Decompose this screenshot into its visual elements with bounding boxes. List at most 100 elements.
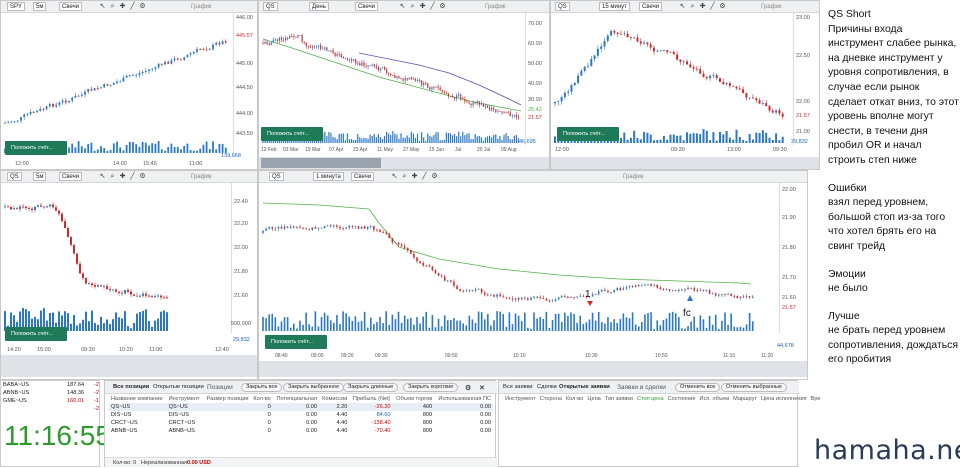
symbol-select[interactable]: QS (555, 2, 570, 11)
chart-tab-label[interactable]: График (623, 173, 644, 181)
tab-all-orders[interactable]: Все заявки (503, 384, 532, 390)
place-account-button[interactable]: Положить счёт... (557, 127, 619, 141)
chart-tab-label[interactable]: График (191, 3, 212, 11)
zoom-icon[interactable]: ⌕ (409, 3, 416, 10)
volume-bar (403, 315, 406, 331)
chart-type-select[interactable]: Свечи (355, 2, 379, 11)
table-row[interactable]: DIS~US DIS~US 0 0.00 4.40 84.60 800 0.00 (109, 411, 493, 419)
price-plot[interactable] (259, 183, 779, 333)
chart-type-select[interactable]: Свечи (59, 172, 83, 181)
chart-qs-1m[interactable]: QS 1 минута Свечи ↖ ⌕ ✚ ╱ ⚙ График 1 fc … (258, 170, 808, 380)
candle (625, 287, 628, 289)
crosshair-icon[interactable]: ✚ (119, 173, 126, 180)
candle (170, 60, 173, 64)
price-plot[interactable] (551, 13, 791, 145)
price-plot[interactable] (1, 183, 231, 333)
chart-tab-label[interactable]: График (761, 3, 782, 11)
settings-icon[interactable]: ⚙ (439, 3, 446, 10)
draw-line-icon[interactable]: ╱ (429, 3, 436, 10)
chart-tab-label[interactable]: График (191, 173, 212, 181)
candle (314, 227, 317, 229)
price-plot[interactable] (259, 13, 525, 145)
crosshair-icon[interactable]: ✚ (699, 3, 706, 10)
settings-icon[interactable]: ⚙ (139, 173, 146, 180)
symbol-select[interactable]: QS (263, 2, 278, 11)
volume-bar (154, 320, 156, 331)
watchlist-row[interactable]: BABA~US 187.64 -2 (1, 381, 101, 389)
place-account-button[interactable]: Положить счёт... (5, 141, 67, 155)
settings-icon[interactable]: ⚙ (465, 384, 471, 392)
timeframe-select[interactable]: 5м (33, 2, 47, 11)
zoom-icon[interactable]: ⌕ (401, 173, 408, 180)
draw-line-icon[interactable]: ╱ (421, 173, 428, 180)
timeframe-select[interactable]: День (309, 2, 329, 11)
timeframe-select[interactable]: 1 минута (313, 172, 344, 181)
settings-icon[interactable]: ⚙ (719, 3, 726, 10)
candle (524, 297, 526, 299)
tab-open-positions[interactable]: Открытые позиции (153, 384, 204, 390)
chart-type-select[interactable]: Свечи (59, 2, 83, 11)
timeframe-select[interactable]: 5м (33, 172, 47, 181)
draw-line-icon[interactable]: ╱ (129, 173, 136, 180)
crosshair-icon[interactable]: ✚ (411, 173, 418, 180)
symbol-select[interactable]: QS (269, 172, 284, 181)
price-plot[interactable] (1, 13, 231, 153)
chart-qs-5m[interactable]: QS 5м Свечи ↖ ⌕ ✚ ╱ ⚙ График 22.40 22.20… (0, 170, 258, 380)
settings-icon[interactable]: ⚙ (139, 3, 146, 10)
table-row[interactable]: CRCT~US CRCT~US 0 0.00 4.40 -138.40 800 0.00 (109, 419, 493, 427)
volume-bar (616, 322, 618, 331)
close-all-button[interactable]: Закрыть все (241, 383, 283, 392)
place-account-button[interactable]: Положить счёт... (265, 335, 327, 349)
draw-line-icon[interactable]: ╱ (709, 3, 716, 10)
cursor-icon[interactable]: ↖ (399, 3, 406, 10)
cursor-icon[interactable]: ↖ (679, 3, 686, 10)
close-selected-button[interactable]: Закрыть выбранное (283, 383, 345, 392)
close-icon[interactable]: ✕ (479, 384, 485, 392)
crosshair-icon[interactable]: ✚ (119, 3, 126, 10)
watchlist-row[interactable]: ABNB~US 148.36 -2 (1, 389, 101, 397)
close-long-button[interactable]: Закрыть длинные (343, 383, 399, 392)
watchlist-row[interactable]: GME~US 160.01 -1 (1, 397, 101, 405)
zoom-icon[interactable]: ⌕ (689, 3, 696, 10)
settings-icon[interactable]: ⚙ (431, 173, 438, 180)
candle (468, 102, 470, 104)
cancel-selected-button[interactable]: Отменить выбранные (721, 383, 787, 392)
time-scrollbar[interactable] (1, 355, 257, 377)
chart-tab-label[interactable]: График (485, 3, 506, 11)
candle (208, 49, 211, 51)
volume-bar (406, 135, 408, 143)
chart-type-select[interactable]: Свечи (351, 172, 375, 181)
cursor-icon[interactable]: ↖ (99, 173, 106, 180)
candle (768, 106, 771, 111)
table-row[interactable]: ABNB~US ABNB~US 0 0.00 4.40 -70.40 800 0.00 (109, 427, 493, 435)
timeframe-select[interactable]: 15 минут (599, 2, 630, 11)
symbol-select[interactable]: SPY (7, 2, 26, 11)
place-account-button[interactable]: Положить счёт... (5, 327, 67, 341)
cursor-icon[interactable]: ↖ (391, 173, 398, 180)
table-row[interactable]: QS~US QS~US 0 0.00 2.20 -26.20 400 0.00 (109, 403, 493, 411)
volume-bar (496, 311, 498, 331)
candle (154, 67, 157, 70)
chart-type-select[interactable]: Свечи (639, 2, 663, 11)
tab-trades[interactable]: Сделки (537, 384, 557, 390)
tab-open-orders[interactable]: Открытые заявки (559, 384, 610, 390)
cancel-all-button[interactable]: Отменить все (675, 383, 721, 392)
zoom-icon[interactable]: ⌕ (109, 3, 116, 10)
time-scrollbar[interactable] (551, 157, 819, 169)
tab-all-positions[interactable]: Все позиции (113, 384, 149, 390)
candle (324, 47, 326, 49)
chart-qs-15m[interactable]: QS 15 минут Свечи ↖ ⌕ ✚ ╱ ⚙ График 23.00… (550, 0, 820, 170)
crosshair-icon[interactable]: ✚ (419, 3, 426, 10)
draw-line-icon[interactable]: ╱ (129, 3, 136, 10)
close-short-button[interactable]: Закрыть короткие (403, 383, 459, 392)
chart-qs-day[interactable]: QS День Свечи ↖ ⌕ ✚ ╱ ⚙ График 70.00 60.… (258, 0, 550, 170)
volume-bar (705, 327, 708, 331)
volume-bar (527, 327, 529, 331)
time-scrollbar[interactable] (259, 361, 807, 377)
watchlist-row[interactable]: -2 (1, 405, 101, 413)
symbol-select[interactable]: QS (7, 172, 22, 181)
chart-spy[interactable]: SPY 5м Свечи ↖ ⌕ ✚ ╱ ⚙ График 446.00 445… (0, 0, 258, 170)
cursor-icon[interactable]: ↖ (99, 3, 106, 10)
place-account-button[interactable]: Положить счёт... (261, 127, 323, 141)
zoom-icon[interactable]: ⌕ (109, 173, 116, 180)
